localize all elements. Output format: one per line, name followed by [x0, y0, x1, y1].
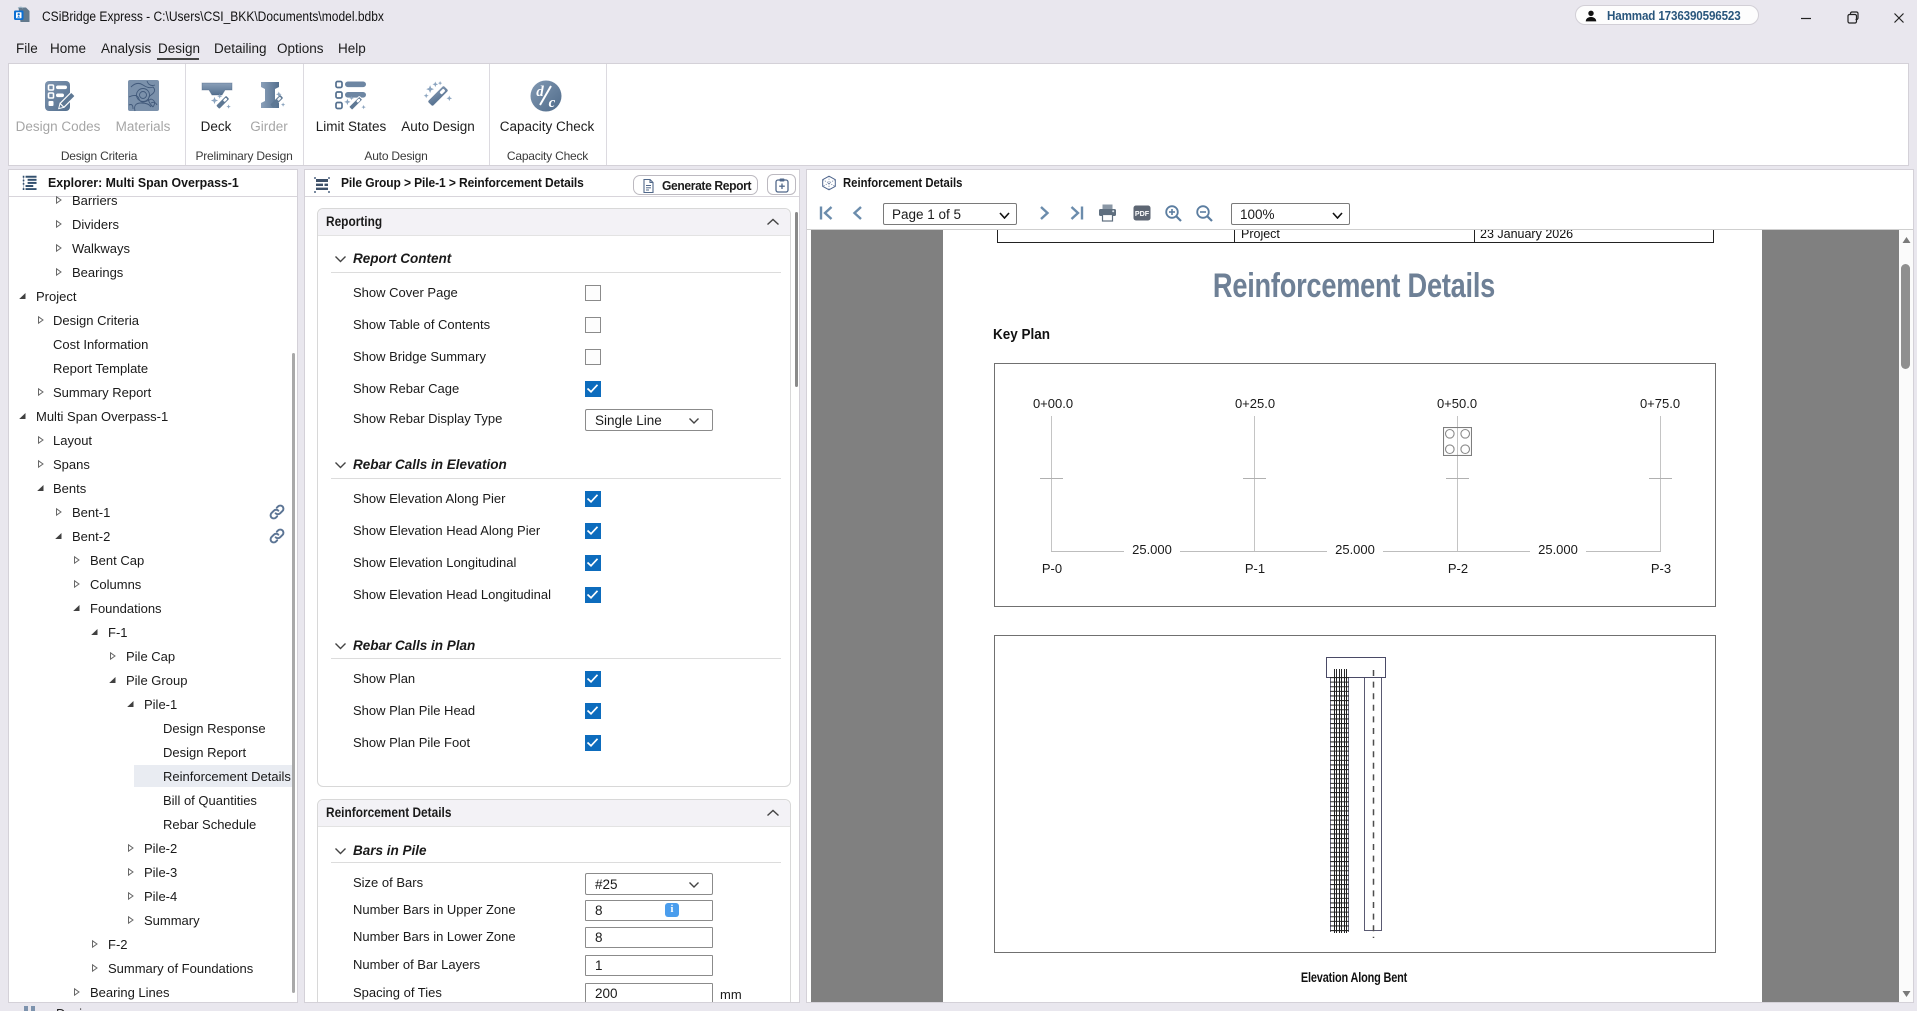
- svg-text:PDF: PDF: [1135, 209, 1150, 218]
- svg-text:c: c: [549, 95, 556, 111]
- svg-text:d: d: [536, 84, 544, 100]
